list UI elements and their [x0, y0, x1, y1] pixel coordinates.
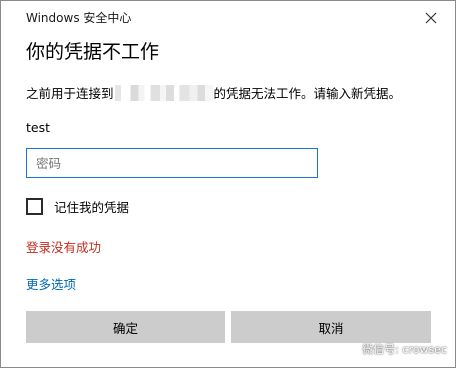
cancel-button[interactable]: 取消	[231, 311, 431, 343]
title-bar: Windows 安全中心	[1, 1, 455, 35]
credential-dialog: Windows 安全中心 你的凭据不工作 之前用于连接到 的凭据无法工作。请输入…	[0, 0, 456, 368]
more-options-link[interactable]: 更多选项	[26, 274, 76, 293]
remember-checkbox[interactable]	[26, 198, 43, 215]
remember-label: 记住我的凭据	[54, 200, 130, 215]
wechat-icon	[342, 342, 358, 355]
password-field-container[interactable]	[26, 148, 318, 178]
redacted-hostname	[114, 84, 213, 101]
message-prefix: 之前用于连接到	[26, 86, 114, 101]
dialog-message: 之前用于连接到 的凭据无法工作。请输入新凭据。	[26, 83, 401, 102]
window-title: Windows 安全中心	[26, 11, 132, 25]
password-input[interactable]	[27, 149, 317, 177]
message-suffix: 的凭据无法工作。请输入新凭据。	[213, 86, 402, 101]
login-error-message: 登录没有成功	[26, 240, 102, 255]
close-icon	[425, 12, 437, 24]
watermark: 微信号: crowsec	[342, 341, 447, 357]
remember-credentials-option[interactable]: 记住我的凭据	[26, 197, 129, 216]
ok-button[interactable]: 确定	[26, 311, 225, 343]
username-label: test	[26, 120, 51, 135]
dialog-heading: 你的凭据不工作	[26, 41, 160, 63]
close-button[interactable]	[421, 8, 441, 28]
watermark-text: 微信号: crowsec	[362, 343, 447, 356]
